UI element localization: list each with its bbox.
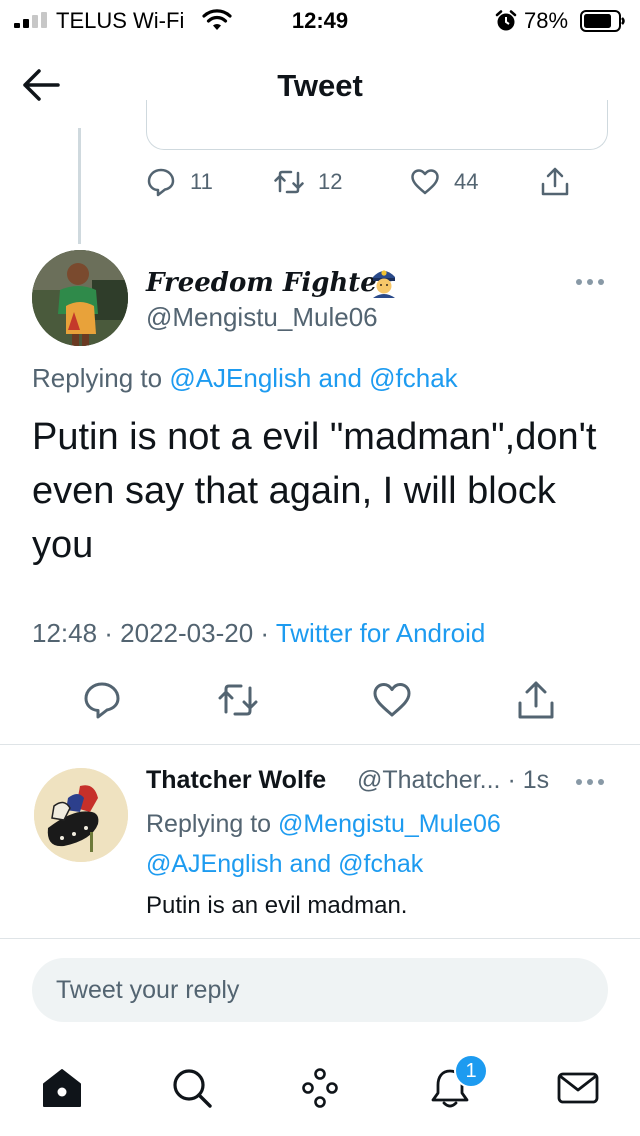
page-title: Tweet bbox=[277, 68, 363, 103]
like-icon[interactable] bbox=[372, 680, 412, 720]
retweet-button[interactable]: 12 bbox=[274, 162, 342, 202]
notification-badge: 1 bbox=[454, 1054, 488, 1088]
search-icon[interactable] bbox=[170, 1066, 214, 1110]
more-icon[interactable] bbox=[574, 776, 606, 788]
police-officer-emoji-icon bbox=[373, 270, 395, 298]
like-icon bbox=[411, 169, 439, 195]
previous-tweet-actions: 11 12 44 bbox=[146, 162, 586, 202]
divider bbox=[0, 744, 640, 745]
retweet-icon bbox=[274, 170, 304, 194]
reply-replying-to: Replying to @Mengistu_Mule06 @AJEnglish … bbox=[146, 804, 606, 884]
reply-button[interactable]: 11 bbox=[146, 162, 213, 202]
quoted-tweet-card[interactable] bbox=[146, 100, 608, 150]
reply-count: 11 bbox=[190, 169, 213, 194]
retweet-count: 12 bbox=[318, 169, 343, 194]
reply-icon[interactable] bbox=[82, 680, 122, 720]
display-name[interactable]: Freedom Fighter bbox=[146, 268, 391, 298]
tweet-actions bbox=[0, 680, 640, 724]
reply-input-placeholder: Tweet your reply bbox=[56, 975, 240, 1004]
replying-label: Replying to bbox=[32, 363, 170, 393]
spaces-icon[interactable] bbox=[298, 1066, 342, 1110]
reply-handle[interactable]: @Thatcher... · 1s bbox=[357, 766, 549, 795]
user-handle[interactable]: @Mengistu_Mule06 bbox=[146, 302, 378, 333]
tab-bar bbox=[0, 1040, 640, 1136]
like-count: 44 bbox=[454, 169, 479, 194]
avatar[interactable] bbox=[32, 250, 128, 346]
battery-icon bbox=[580, 10, 625, 32]
thread-connector bbox=[78, 128, 81, 244]
share-icon[interactable] bbox=[516, 680, 556, 720]
tweet-timestamp: 12:48 · 2022-03-20 · bbox=[32, 618, 276, 648]
reply-tweet-text: Putin is an evil madman. bbox=[146, 892, 408, 919]
share-button[interactable] bbox=[540, 162, 584, 202]
alarm-icon bbox=[495, 10, 517, 31]
replying-users-link[interactable]: @AJEnglish and @fchak bbox=[169, 363, 457, 393]
avatar[interactable] bbox=[34, 768, 128, 862]
more-icon[interactable] bbox=[574, 276, 606, 288]
battery-percent: 78% bbox=[524, 8, 569, 33]
share-icon bbox=[541, 167, 569, 196]
status-bar: TELUS Wi-Fi 12:49 78% bbox=[0, 0, 640, 40]
retweet-icon[interactable] bbox=[218, 680, 258, 720]
divider bbox=[0, 938, 640, 939]
reply-replying-label: Replying to bbox=[146, 810, 279, 838]
messages-icon[interactable] bbox=[556, 1066, 600, 1110]
tweet-meta: 12:48 · 2022-03-20 · Twitter for Android bbox=[32, 618, 485, 649]
tweet-source-link[interactable]: Twitter for Android bbox=[276, 618, 486, 648]
reply-input[interactable]: Tweet your reply bbox=[32, 958, 608, 1022]
home-icon[interactable] bbox=[40, 1066, 84, 1110]
reply-icon bbox=[147, 168, 175, 197]
tweet-text: Putin is not a evil "madman",don't even … bbox=[32, 416, 597, 566]
like-button[interactable]: 44 bbox=[410, 162, 478, 202]
reply-display-name[interactable]: Thatcher Wolfe bbox=[146, 766, 326, 795]
replying-to: Replying to @AJEnglish and @fchak bbox=[32, 363, 458, 394]
